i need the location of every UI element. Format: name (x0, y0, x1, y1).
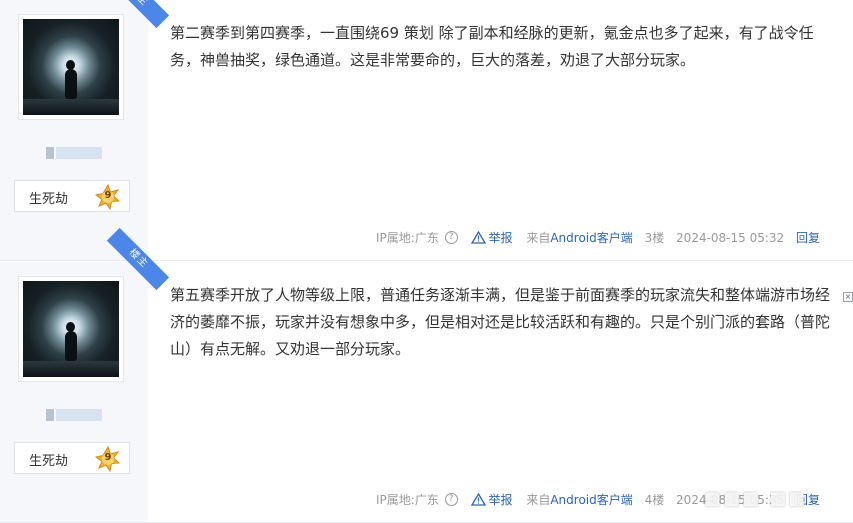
source-prefix: 来自 (526, 231, 551, 245)
reply-button[interactable]: 回复 (796, 229, 820, 246)
report-button[interactable]: 举报 (471, 229, 513, 246)
avatar-image (23, 281, 119, 377)
author-sidebar: 生死劫 9 (0, 0, 148, 260)
post-footer: IP属地:广东 ? 举报 来自Android客户端 3楼 2024-08-15 … (376, 229, 820, 246)
post-floor-3: 生死劫 9 楼主 第二赛季到第四赛季，一直围绕69 策划 除了副本和经脉的更新，… (0, 0, 853, 261)
warning-icon (471, 231, 487, 244)
question-circle-icon[interactable]: ? (444, 231, 458, 244)
report-button[interactable]: 举报 (471, 491, 513, 508)
avatar[interactable] (18, 14, 124, 120)
floor-number: 4楼 (644, 493, 665, 507)
source-link[interactable]: Android客户端 (550, 491, 632, 508)
report-label: 举报 (488, 231, 513, 245)
warning-icon (471, 493, 487, 506)
floor-number: 3楼 (644, 231, 665, 245)
ip-location: IP属地:广东 (376, 231, 439, 245)
avatar[interactable] (18, 276, 124, 382)
source-prefix: 来自 (526, 493, 551, 507)
question-circle-icon[interactable]: ? (444, 493, 458, 506)
author-sidebar: 生死劫 9 (0, 262, 148, 522)
level-badge[interactable]: 生死劫 9 (14, 180, 130, 212)
collapse-icon[interactable]: × (843, 292, 853, 302)
level-badge[interactable]: 生死劫 9 (14, 442, 130, 474)
report-label: 举报 (488, 493, 513, 507)
level-name: 生死劫 (29, 192, 69, 207)
level-star-icon: 9 (94, 445, 121, 473)
level-name: 生死劫 (29, 454, 69, 469)
level-number: 9 (104, 452, 112, 463)
post-content: 第五赛季开放了人物等级上限，普通任务逐渐丰满，但是鉴于前面赛季的玩家流失和整体端… (170, 286, 831, 358)
level-number: 9 (104, 190, 112, 201)
ip-location: IP属地:广东 (376, 493, 439, 507)
level-star-icon: 9 (94, 183, 121, 211)
avatar-image (23, 19, 119, 115)
post-time: 2024-08-15 05:32 (676, 230, 785, 245)
post-content: 第二赛季到第四赛季，一直围绕69 策划 除了副本和经脉的更新，氪金点也多了起来，… (170, 24, 814, 69)
source-link[interactable]: Android客户端 (550, 229, 632, 246)
username-blurred[interactable] (46, 409, 102, 421)
watermark-logo: ■■■ ■■ (704, 488, 808, 509)
post-floor-4: 生死劫 9 楼主 × 第五赛季开放了人物等级上限，普通任务逐渐丰满，但是鉴于前面… (0, 227, 853, 523)
username-blurred[interactable] (46, 147, 102, 159)
